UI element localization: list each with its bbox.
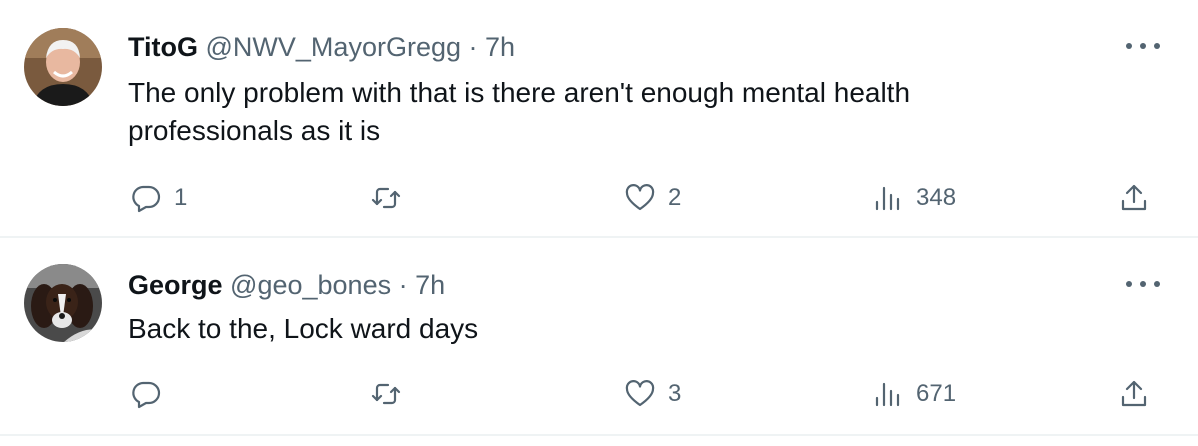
tweet-text: The only problem with that is there aren…: [128, 74, 1028, 150]
share-button[interactable]: [1118, 374, 1150, 414]
retweet-button[interactable]: [370, 374, 414, 414]
display-name[interactable]: George: [128, 270, 223, 300]
tweet-text: Back to the, Lock ward days: [128, 310, 1028, 348]
like-count: 3: [668, 380, 682, 407]
tweet-text-line: Back to the, Lock ward days: [128, 313, 479, 344]
like-button[interactable]: 2: [624, 178, 681, 218]
views-button[interactable]: 671: [872, 374, 956, 414]
retweet-icon: [371, 187, 401, 209]
heart-icon: [625, 184, 655, 211]
share-upload-icon: [1121, 380, 1147, 407]
reply-count: 1: [174, 184, 188, 211]
tweet-header: George @geo_bones · 7h: [128, 268, 445, 302]
heart-icon: [625, 380, 655, 407]
views-bar-icon: [875, 382, 900, 407]
tweet-actions: 1 2 348: [128, 178, 1158, 218]
like-button[interactable]: 3: [624, 374, 681, 414]
reply-button[interactable]: [130, 374, 174, 414]
tweet-text-line: The only problem with that is there aren…: [128, 77, 911, 108]
more-dots-icon[interactable]: [1126, 274, 1160, 294]
display-name[interactable]: TitoG: [128, 32, 198, 62]
tweet-header: TitoG @NWV_MayorGregg · 7h: [128, 30, 515, 64]
reply-bubble-icon: [132, 185, 161, 213]
tweet-1[interactable]: TitoG @NWV_MayorGregg · 7h The only prob…: [0, 0, 1198, 238]
tweet-actions: 3 671: [128, 374, 1158, 414]
avatar[interactable]: [24, 264, 102, 342]
separator-dot: ·: [398, 270, 408, 300]
share-upload-icon: [1121, 184, 1147, 211]
timestamp[interactable]: 7h: [415, 270, 445, 300]
tweet-2[interactable]: George @geo_bones · 7h Back to the, Lock…: [0, 238, 1198, 436]
person-photo-avatar-icon: [24, 28, 102, 106]
reply-bubble-icon: [132, 381, 161, 409]
views-bar-icon: [875, 186, 900, 211]
timestamp[interactable]: 7h: [485, 32, 515, 62]
dog-photo-avatar-icon: [24, 264, 102, 342]
tweet-text-line: professionals as it is: [128, 115, 381, 146]
like-count: 2: [668, 184, 682, 211]
user-handle[interactable]: @geo_bones: [230, 270, 391, 300]
reply-button[interactable]: 1: [130, 178, 187, 218]
user-handle[interactable]: @NWV_MayorGregg: [206, 32, 461, 62]
retweet-button[interactable]: [370, 178, 414, 218]
retweet-icon: [371, 383, 401, 405]
view-count: 348: [916, 184, 957, 211]
separator-dot: ·: [468, 32, 478, 62]
avatar[interactable]: [24, 28, 102, 106]
share-button[interactable]: [1118, 178, 1150, 218]
views-button[interactable]: 348: [872, 178, 956, 218]
more-dots-icon[interactable]: [1126, 36, 1160, 56]
view-count: 671: [916, 380, 957, 407]
